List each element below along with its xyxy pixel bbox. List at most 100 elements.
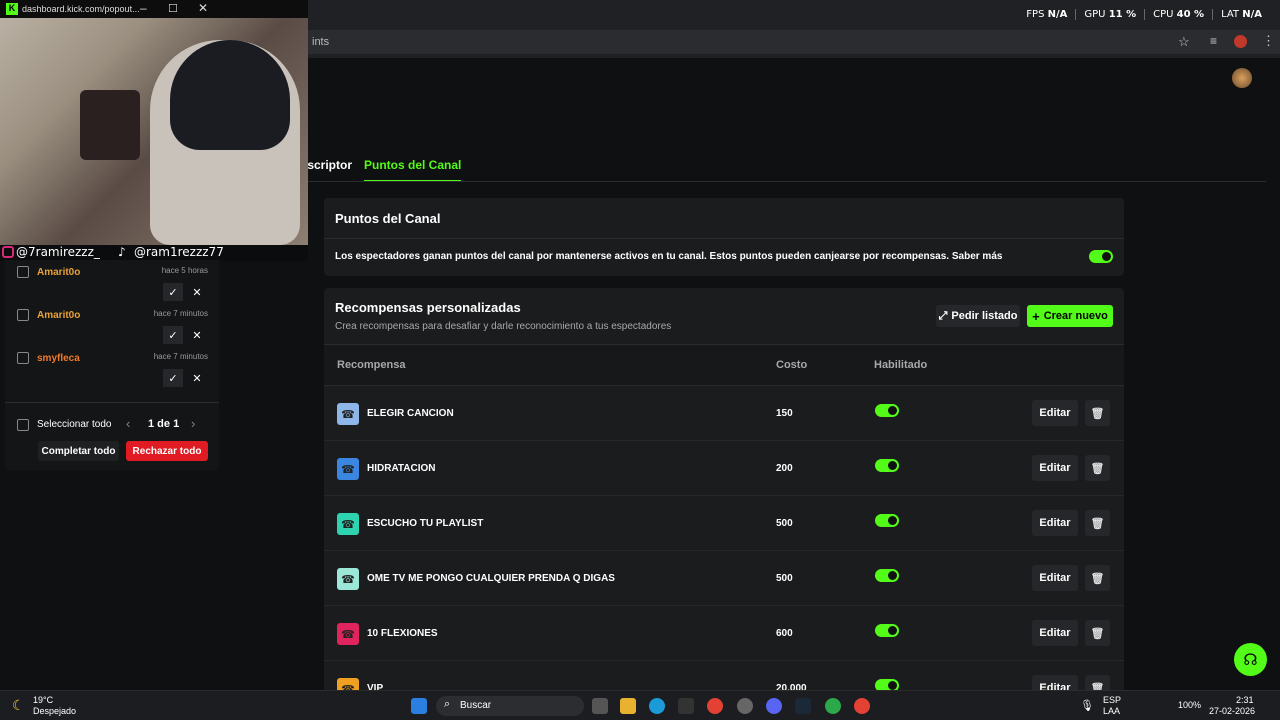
file-explorer-icon[interactable] bbox=[620, 698, 636, 714]
reward-cost: 500 bbox=[776, 518, 793, 529]
redemption-item: Amarit0o hace 5 horas ✓ ✕ bbox=[5, 266, 219, 309]
reward-name: HIDRATACION bbox=[367, 463, 436, 474]
reject-all-button[interactable]: Rechazar todo bbox=[126, 441, 208, 461]
language-layout: LAA bbox=[1103, 706, 1121, 716]
fps-value: N/A bbox=[1047, 9, 1068, 20]
social-handles: @7ramirezzz_ ♪ @ram1rezzz77 bbox=[0, 245, 308, 261]
approve-check-icon[interactable]: ✓ bbox=[163, 326, 183, 344]
tiktok-handle: @ram1rezzz77 bbox=[134, 245, 224, 259]
approve-check-icon[interactable]: ✓ bbox=[163, 283, 183, 301]
chrome-profile-icon[interactable] bbox=[825, 698, 841, 714]
trash-icon[interactable]: 🗑︎ bbox=[1085, 620, 1110, 646]
headset-icon: ☊ bbox=[1243, 651, 1258, 669]
taskbar-search[interactable]: ⌕ Buscar bbox=[436, 696, 584, 716]
channel-points-description: Los espectadores ganan puntos del canal … bbox=[335, 251, 1003, 262]
reward-icon: ☎ bbox=[337, 623, 359, 645]
redemption-checkbox[interactable] bbox=[17, 309, 29, 321]
more-icon[interactable]: ⋮ bbox=[1262, 33, 1275, 49]
reject-x-icon[interactable]: ✕ bbox=[187, 283, 207, 301]
extension-icon[interactable] bbox=[1234, 35, 1247, 48]
tiktok-icon: ♪ bbox=[118, 245, 126, 259]
logitech-icon[interactable] bbox=[678, 698, 694, 714]
clock-time: 2:31 bbox=[1236, 695, 1254, 705]
trash-icon[interactable]: 🗑︎ bbox=[1085, 455, 1110, 481]
reward-enabled-toggle[interactable] bbox=[875, 569, 899, 582]
reward-enabled-toggle[interactable] bbox=[875, 459, 899, 472]
close-icon[interactable]: ✕ bbox=[198, 1, 208, 15]
chevron-left-icon[interactable]: ‹ bbox=[126, 416, 130, 431]
col-reward: Recompensa bbox=[337, 359, 406, 371]
settings-tabs: uscriptor Puntos del Canal bbox=[300, 158, 462, 182]
language[interactable]: ESP bbox=[1103, 695, 1121, 705]
redemption-checkbox[interactable] bbox=[17, 266, 29, 278]
redemption-time: hace 7 minutos bbox=[153, 352, 208, 361]
edit-reward-button[interactable]: Editar bbox=[1032, 510, 1078, 536]
maximize-icon[interactable]: ☐ bbox=[168, 2, 178, 15]
reward-row: ☎ OME TV ME PONGO CUALQUIER PRENDA Q DIG… bbox=[324, 551, 1124, 606]
card-divider bbox=[324, 238, 1124, 239]
chevron-right-icon[interactable]: › bbox=[191, 416, 195, 431]
clock-date: 27-02-2026 bbox=[1209, 706, 1256, 716]
taskbar: ☾ 19°C Despejado ⌕ Buscar 🎙︎ ESP LAA 100… bbox=[0, 690, 1280, 720]
star-icon[interactable]: ☆ bbox=[1178, 34, 1190, 50]
create-new-button[interactable]: + Crear nuevo bbox=[1027, 305, 1113, 327]
playlist-icon[interactable]: ≡ bbox=[1210, 34, 1217, 48]
redemption-checkbox[interactable] bbox=[17, 352, 29, 364]
create-new-label: Crear nuevo bbox=[1043, 310, 1108, 322]
popout-title: dashboard.kick.com/popout... bbox=[22, 4, 140, 14]
request-list-label: Pedir listado bbox=[951, 310, 1018, 322]
chrome-icon[interactable] bbox=[707, 698, 723, 714]
reward-icon: ☎ bbox=[337, 458, 359, 480]
edge-icon[interactable] bbox=[649, 698, 665, 714]
moon-weather-icon: ☾ bbox=[12, 697, 25, 713]
minimize-icon[interactable]: – bbox=[140, 1, 147, 15]
reward-enabled-toggle[interactable] bbox=[875, 624, 899, 637]
reject-x-icon[interactable]: ✕ bbox=[187, 326, 207, 344]
col-cost: Costo bbox=[776, 359, 808, 371]
edit-reward-button[interactable]: Editar bbox=[1032, 455, 1078, 481]
reward-row: ☎ ESCUCHO TU PLAYLIST 500 Editar 🗑︎ bbox=[324, 496, 1124, 551]
discord-icon[interactable] bbox=[766, 698, 782, 714]
lat-label: LAT bbox=[1221, 9, 1240, 20]
edit-reward-button[interactable]: Editar bbox=[1032, 620, 1078, 646]
user-avatar[interactable] bbox=[1232, 68, 1252, 88]
reward-cost: 200 bbox=[776, 463, 793, 474]
taskview-icon[interactable] bbox=[592, 698, 608, 714]
complete-all-button[interactable]: Completar todo bbox=[38, 441, 119, 461]
reward-icon: ☎ bbox=[337, 403, 359, 425]
steam-icon[interactable] bbox=[795, 698, 811, 714]
mic-icon[interactable]: 🎙︎ bbox=[1080, 699, 1094, 712]
cpu-label: CPU bbox=[1153, 9, 1174, 20]
trash-icon[interactable]: 🗑︎ bbox=[1085, 565, 1110, 591]
redemption-time: hace 7 minutos bbox=[153, 309, 208, 318]
windows-start-icon[interactable] bbox=[411, 698, 427, 714]
reward-icon: ☎ bbox=[337, 568, 359, 590]
weather-desc: Despejado bbox=[33, 706, 77, 716]
support-button[interactable]: ☊ bbox=[1234, 643, 1267, 676]
rewards-table-header: Recompensa Costo Habilitado bbox=[324, 344, 1124, 386]
reward-enabled-toggle[interactable] bbox=[875, 514, 899, 527]
approve-check-icon[interactable]: ✓ bbox=[163, 369, 183, 387]
reject-x-icon[interactable]: ✕ bbox=[187, 369, 207, 387]
instagram-icon bbox=[2, 246, 14, 258]
address-bar[interactable]: ints ☆ ≡ ⋮ bbox=[308, 30, 1280, 54]
reward-enabled-toggle[interactable] bbox=[875, 404, 899, 417]
edit-reward-button[interactable]: Editar bbox=[1032, 400, 1078, 426]
trash-icon[interactable]: 🗑︎ bbox=[1085, 400, 1110, 426]
reward-icon: ☎ bbox=[337, 513, 359, 535]
tab-channel-points[interactable]: Puntos del Canal bbox=[364, 158, 462, 182]
trash-icon[interactable]: 🗑︎ bbox=[1085, 510, 1110, 536]
edit-reward-button[interactable]: Editar bbox=[1032, 565, 1078, 591]
plus-icon: + bbox=[1032, 308, 1040, 324]
reward-name: OME TV ME PONGO CUALQUIER PRENDA Q DIGAS bbox=[367, 573, 615, 584]
request-list-button[interactable]: ⤢ Pedir listado bbox=[936, 305, 1020, 327]
instagram-handle: @7ramirezzz_ bbox=[16, 245, 100, 259]
reward-row: ☎ HIDRATACION 200 Editar 🗑︎ bbox=[324, 441, 1124, 496]
redemption-user: Amarit0o bbox=[37, 267, 81, 278]
obs-icon[interactable] bbox=[737, 698, 753, 714]
chrome-active-icon[interactable] bbox=[854, 698, 870, 714]
select-all-checkbox[interactable] bbox=[17, 419, 29, 431]
channel-points-toggle[interactable] bbox=[1089, 250, 1113, 263]
pagination-text: 1 de 1 bbox=[148, 418, 180, 430]
tabs-divider bbox=[300, 181, 1266, 182]
